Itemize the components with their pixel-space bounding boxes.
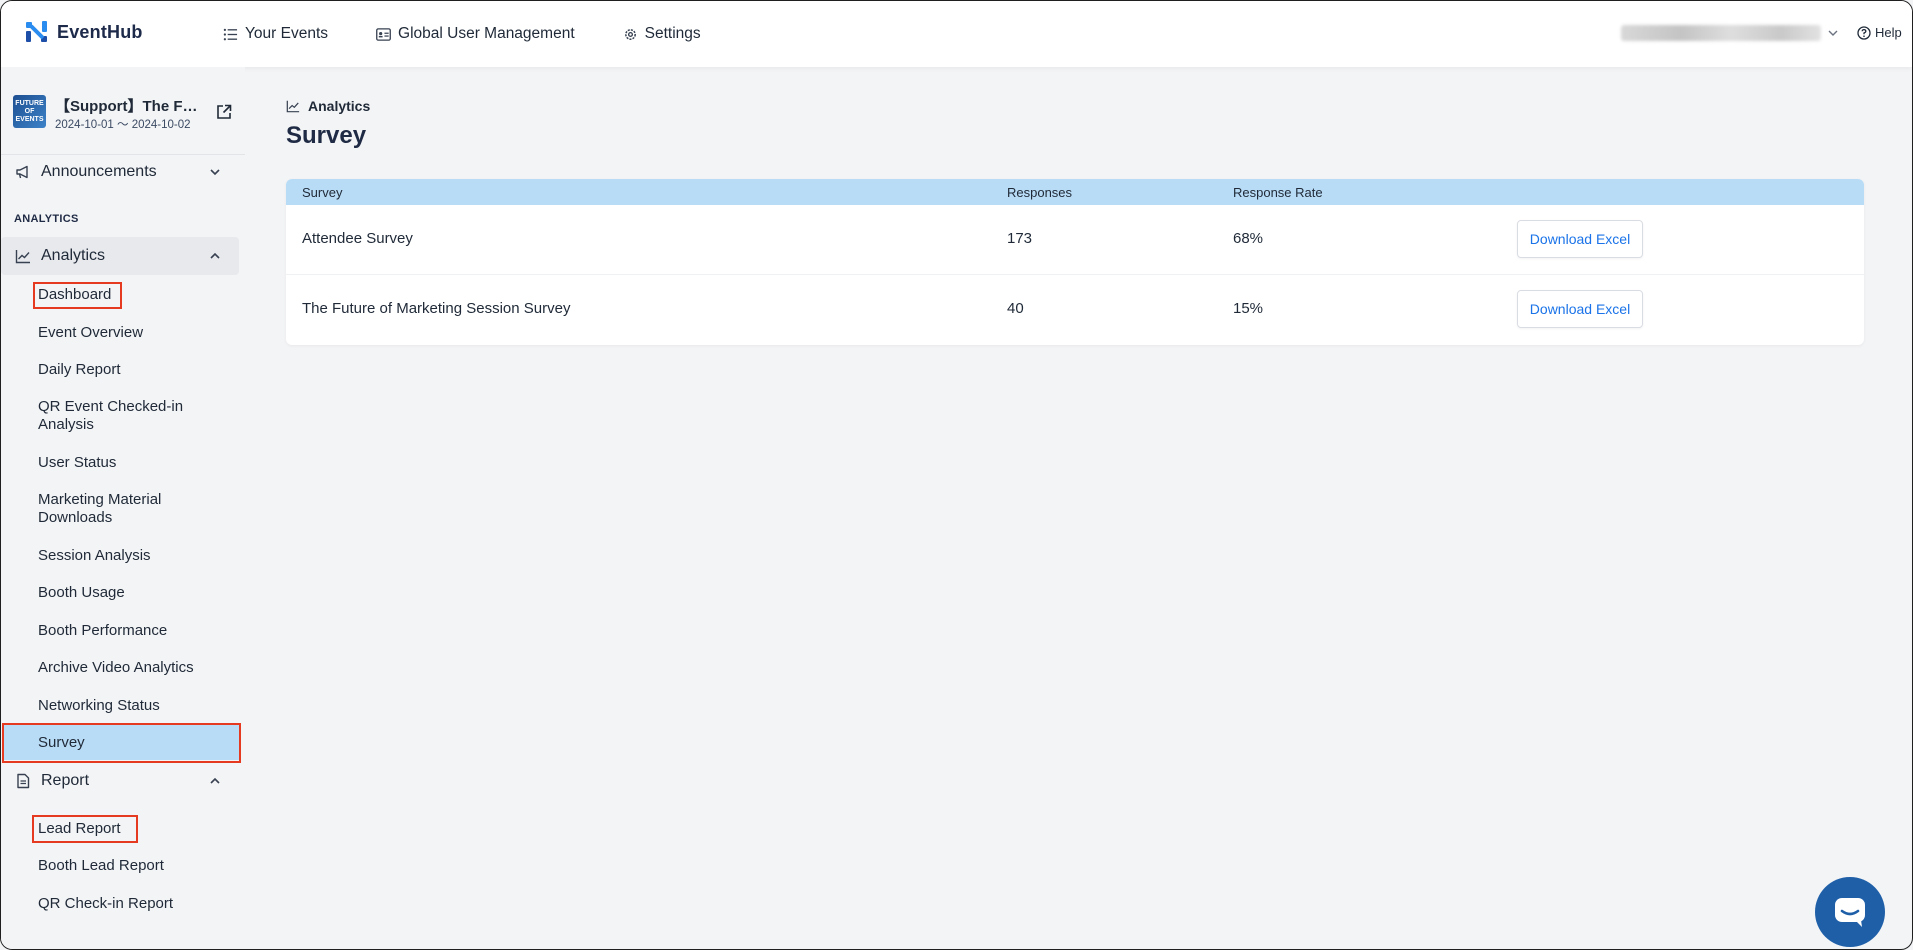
table-row: Attendee Survey 173 68% Download Excel [286, 205, 1864, 275]
column-header-survey: Survey [302, 185, 343, 200]
sidebar-item-archive-video-analytics[interactable]: Archive Video Analytics [38, 659, 194, 677]
nav-global-user-management[interactable]: Global User Management [376, 25, 575, 43]
download-excel-button[interactable]: Download Excel [1517, 220, 1643, 258]
sidebar-item-booth-performance[interactable]: Booth Performance [38, 622, 167, 640]
sidebar-item-lead-report[interactable]: Lead Report [38, 820, 121, 838]
nav-your-events-label: Your Events [245, 25, 329, 42]
survey-table: Survey Responses Response Rate Attendee … [286, 179, 1864, 345]
nav-settings-label: Settings [644, 25, 701, 42]
sidebar-group-report-label: Report [41, 772, 90, 789]
document-icon [17, 773, 30, 789]
chevron-down-icon [1828, 30, 1838, 36]
sidebar-group-analytics-label: Analytics [41, 247, 106, 264]
top-nav: Your Events Global User Management Setti… [223, 1, 701, 67]
top-bar: EventHub Your Events Global User Managem… [1, 1, 1912, 67]
sidebar-item-dashboard[interactable]: Dashboard [38, 286, 111, 304]
download-excel-button[interactable]: Download Excel [1517, 290, 1643, 328]
breadcrumb: Analytics [286, 98, 370, 114]
sidebar-item-networking-status[interactable]: Networking Status [38, 697, 160, 715]
gear-icon [624, 28, 636, 40]
sidebar-item-booth-usage[interactable]: Booth Usage [38, 584, 125, 602]
question-circle-icon [1857, 25, 1871, 40]
line-chart-icon [15, 250, 30, 264]
megaphone-icon [16, 165, 28, 179]
sidebar-item-survey[interactable]: Survey [38, 734, 85, 752]
event-dates: 2024-10-01 〜 2024-10-02 [55, 119, 191, 131]
section-label-analytics: ANALYTICS [14, 213, 79, 225]
app-window: EventHub Your Events Global User Managem… [0, 0, 1913, 950]
response-rate: 68% [1233, 230, 1264, 247]
chevron-down-icon [210, 169, 220, 176]
event-card: FUTURE OF EVENTS 【Support】The F… 2024-10… [13, 95, 243, 135]
table-header: Survey Responses Response Rate [286, 179, 1864, 205]
line-chart-icon [286, 100, 300, 113]
event-thumbnail: FUTURE OF EVENTS [13, 95, 46, 128]
responses-count: 40 [1007, 300, 1024, 317]
table-row: The Future of Marketing Session Survey 4… [286, 275, 1864, 345]
help-link[interactable]: Help [1857, 25, 1902, 40]
column-header-responses: Responses [1007, 185, 1073, 200]
chevron-up-icon [210, 252, 220, 259]
sidebar-item-qr-check-in-report[interactable]: QR Check-in Report [38, 895, 173, 913]
chevron-up-icon [210, 777, 220, 784]
sidebar-group-analytics[interactable]: Analytics [1, 237, 239, 275]
nav-settings[interactable]: Settings [623, 25, 701, 43]
event-title: 【Support】The F… [55, 98, 198, 115]
eventhub-logo-icon [26, 21, 47, 42]
sidebar-group-report[interactable]: Report [1, 762, 239, 800]
nav-your-events[interactable]: Your Events [223, 25, 328, 43]
user-name-redacted [1621, 25, 1821, 41]
responses-count: 173 [1007, 230, 1033, 247]
survey-name: Attendee Survey [302, 230, 413, 247]
sidebar-item-marketing-material-downloads[interactable]: Marketing Material Downloads [38, 491, 213, 527]
app-logo[interactable]: EventHub [23, 18, 143, 46]
list-icon [223, 28, 238, 40]
page-title: Survey [286, 122, 367, 149]
sidebar-item-event-overview[interactable]: Event Overview [38, 324, 143, 342]
sidebar-item-booth-lead-report[interactable]: Booth Lead Report [38, 857, 164, 875]
response-rate: 15% [1233, 300, 1264, 317]
external-link-icon[interactable] [215, 103, 233, 121]
sidebar-item-user-status[interactable]: User Status [38, 454, 116, 472]
sidebar-group-announcements[interactable]: Announcements [1, 153, 239, 191]
sidebar-group-announcements-label: Announcements [41, 163, 157, 180]
survey-name: The Future of Marketing Session Survey [302, 300, 571, 317]
column-header-response-rate: Response Rate [1233, 185, 1323, 200]
sidebar-item-daily-report[interactable]: Daily Report [38, 361, 121, 379]
sidebar: FUTURE OF EVENTS 【Support】The F… 2024-10… [1, 67, 245, 949]
sidebar-item-qr-event-checked-in-analysis[interactable]: QR Event Checked-in Analysis [38, 398, 213, 434]
help-label: Help [1875, 25, 1902, 40]
chat-icon [1835, 898, 1865, 927]
nav-global-user-management-label: Global User Management [398, 25, 575, 42]
id-card-icon [376, 27, 391, 41]
breadcrumb-label: Analytics [308, 98, 371, 114]
chat-launcher-button[interactable] [1815, 877, 1885, 947]
user-menu[interactable] [1621, 25, 1839, 41]
sidebar-item-session-analysis[interactable]: Session Analysis [38, 547, 151, 565]
app-name: EventHub [57, 21, 143, 42]
